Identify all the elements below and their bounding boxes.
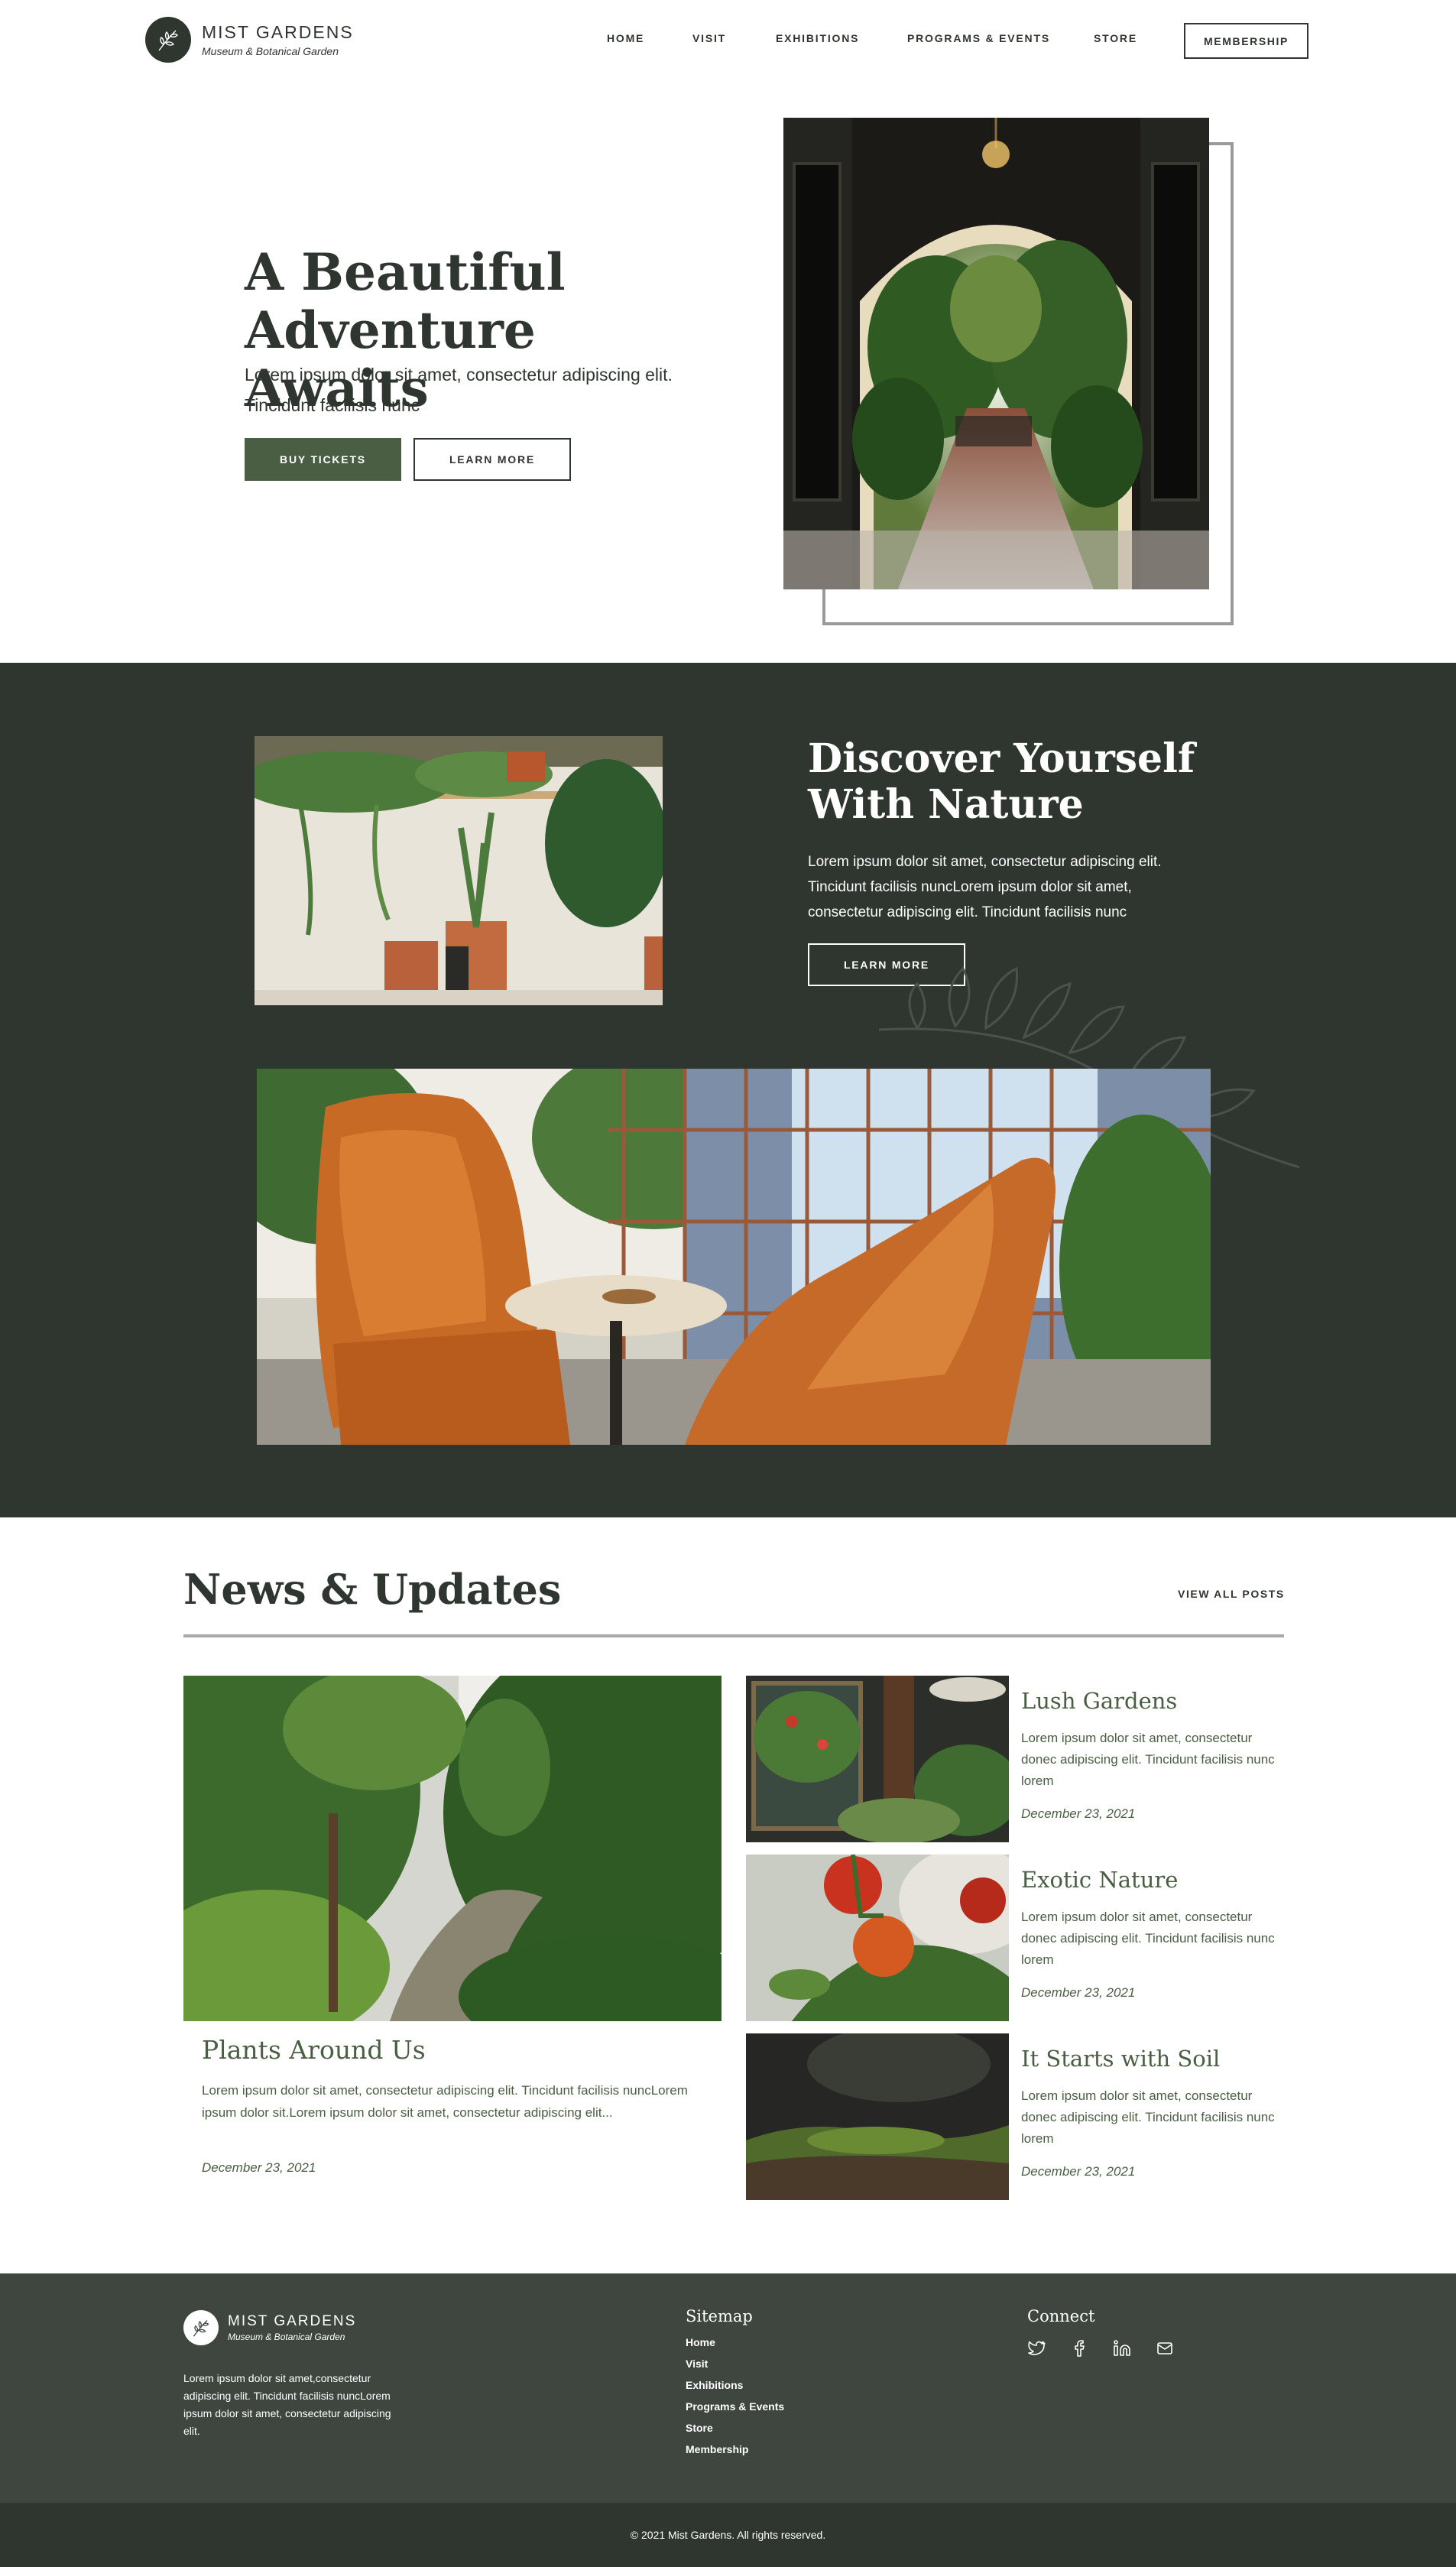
footer-brand-subtitle: Museum & Botanical Garden	[228, 2332, 345, 2342]
discover-text: Lorem ipsum dolor sit amet, consectetur …	[808, 854, 1162, 920]
post-date: December 23, 2021	[1021, 1806, 1136, 1821]
post-title[interactable]: Lush Gardens	[1021, 1688, 1177, 1714]
footer-logo[interactable]: MIST GARDENS Museum & Botanical Garden	[183, 2310, 356, 2345]
nav-home[interactable]: HOME	[607, 32, 644, 44]
hero-image	[783, 118, 1209, 589]
sitemap-link-programs-events[interactable]: Programs & Events	[686, 2400, 784, 2413]
view-all-posts-link[interactable]: VIEW ALL POSTS	[1178, 1588, 1285, 1600]
mail-icon[interactable]	[1154, 2338, 1176, 2359]
copyright-bar: © 2021 Mist Gardens. All rights reserved…	[0, 2503, 1456, 2567]
sitemap-link-membership[interactable]: Membership	[686, 2443, 748, 2455]
post-title[interactable]: It Starts with Soil	[1021, 2046, 1220, 2072]
connect-heading: Connect	[1027, 2307, 1095, 2325]
sitemap-link-visit[interactable]: Visit	[686, 2358, 708, 2370]
news-title: News & Updates	[183, 1565, 562, 1614]
site-header: MIST GARDENS Museum & Botanical Garden H…	[0, 0, 1456, 83]
nav-store[interactable]: STORE	[1094, 32, 1137, 44]
discover-title: Discover Yourself With Nature	[808, 735, 1195, 828]
post-image[interactable]	[746, 1855, 1009, 2021]
post-text: Lorem ipsum dolor sit amet, consectetur …	[1021, 2088, 1275, 2146]
footer-brand-name: MIST GARDENS	[228, 2313, 357, 2329]
nav-visit[interactable]: VISIT	[692, 32, 726, 44]
nav-exhibitions[interactable]: EXHIBITIONS	[776, 32, 859, 44]
footer-about-text: Lorem ipsum dolor sit amet,consectetur a…	[183, 2372, 391, 2437]
nav-programs-events[interactable]: PROGRAMS & EVENTS	[907, 32, 1050, 44]
post-text: Lorem ipsum dolor sit amet, consectetur …	[1021, 1731, 1275, 1788]
sitemap-heading: Sitemap	[686, 2307, 753, 2325]
leaf-logo-icon	[183, 2310, 219, 2345]
site-footer: MIST GARDENS Museum & Botanical Garden L…	[0, 2273, 1456, 2503]
post-date: December 23, 2021	[1021, 1985, 1136, 2000]
linkedin-icon[interactable]	[1111, 2338, 1133, 2359]
membership-button[interactable]: MEMBERSHIP	[1184, 23, 1308, 59]
news-divider	[183, 1634, 1284, 1637]
featured-post-text: Lorem ipsum dolor sit amet, consectetur …	[202, 2083, 688, 2120]
discover-section: Discover Yourself With Nature Lorem ipsu…	[0, 663, 1456, 1517]
twitter-icon[interactable]	[1026, 2338, 1047, 2359]
news-post: It Starts with Soil Lorem ipsum dolor si…	[746, 2033, 1289, 2202]
sitemap-link-exhibitions[interactable]: Exhibitions	[686, 2379, 743, 2391]
copyright-text: © 2021 Mist Gardens. All rights reserved…	[630, 2529, 826, 2541]
post-date: December 23, 2021	[1021, 2164, 1136, 2179]
post-text: Lorem ipsum dolor sit amet, consectetur …	[1021, 1910, 1275, 1967]
featured-post-image[interactable]	[183, 1676, 722, 2021]
plants-shelf-image	[255, 736, 663, 1005]
news-post: Lush Gardens Lorem ipsum dolor sit amet,…	[746, 1676, 1289, 1844]
news-post: Exotic Nature Lorem ipsum dolor sit amet…	[746, 1855, 1289, 2023]
cafe-chairs-image	[257, 1069, 1211, 1445]
post-image[interactable]	[746, 1676, 1009, 1842]
buy-tickets-button[interactable]: BUY TICKETS	[245, 438, 401, 481]
post-image[interactable]	[746, 2033, 1009, 2200]
featured-post-title[interactable]: Plants Around Us	[202, 2035, 426, 2065]
post-title[interactable]: Exotic Nature	[1021, 1867, 1178, 1893]
sitemap-link-home[interactable]: Home	[686, 2336, 715, 2348]
featured-post-date: December 23, 2021	[202, 2160, 316, 2175]
hero-text: Lorem ipsum dolor sit amet, consectetur …	[245, 365, 673, 415]
facebook-icon[interactable]	[1068, 2338, 1090, 2359]
hero-learn-more-button[interactable]: LEARN MORE	[413, 438, 571, 481]
sitemap-link-store[interactable]: Store	[686, 2422, 713, 2434]
